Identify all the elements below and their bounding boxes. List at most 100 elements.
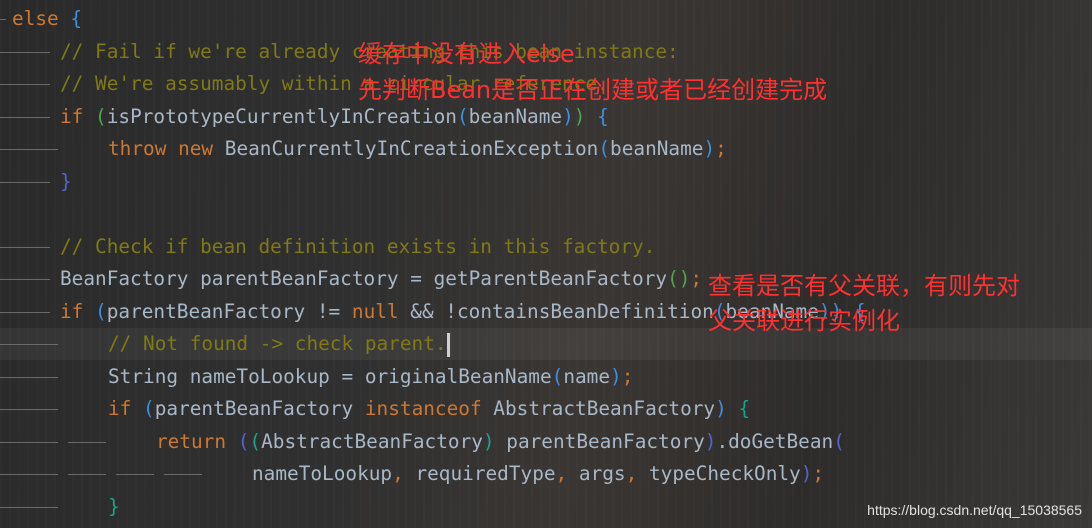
code-text: // Check if bean definition exists in th… (60, 231, 655, 263)
code-token: ( (833, 429, 845, 453)
code-token: throw (108, 137, 167, 160)
indent-guide (20, 506, 58, 508)
indent-guide (20, 149, 58, 150)
code-line[interactable]: } (0, 166, 1092, 198)
code-token: { (738, 397, 751, 420)
code-token: isPrototypeCurrentlyInCreation (106, 104, 457, 128)
code-line[interactable]: nameToLookup, requiredType, args, typeCh… (0, 458, 1092, 490)
code-text: String nameToLookup = originalBeanName(n… (108, 361, 633, 393)
code-text: } (108, 491, 120, 523)
indent-guide (0, 279, 50, 280)
code-token: nameToLookup (252, 462, 393, 485)
code-token: , (625, 462, 649, 485)
indent-guide (0, 246, 50, 248)
watermark: https://blog.csdn.net/qq_15038565 (867, 502, 1082, 518)
code-token: ) (562, 104, 574, 128)
indent-guide (20, 409, 58, 410)
code-token: ( (456, 104, 469, 128)
indent-guide (0, 84, 50, 85)
code-token: new (178, 137, 214, 160)
code-token: ; (621, 364, 634, 388)
annotation-cache-miss: 缓存中没有进入else (358, 40, 575, 68)
code-token: // Check if bean definition exists in th… (60, 234, 656, 258)
code-line[interactable]: // Check if bean definition exists in th… (0, 231, 1092, 263)
indent-guide (0, 51, 50, 53)
code-token: parentBeanFactory (154, 397, 365, 420)
annotation-parent-check: 查看是否有父关联，有则先对 (708, 272, 1020, 300)
code-token: else (12, 7, 59, 30)
code-text: else { (12, 3, 82, 35)
code-token: && !containsBeanDefinition (398, 299, 714, 323)
code-token: ( (143, 397, 155, 420)
code-text: throw new BeanCurrentlyInCreationExcepti… (108, 133, 727, 165)
fold-marker (0, 19, 6, 20)
code-text: nameToLookup, requiredType, args, typeCh… (252, 458, 824, 490)
indent-guide (116, 474, 154, 475)
indent-guide (0, 181, 50, 183)
code-token: beanName (610, 137, 704, 160)
code-token: ( (95, 299, 107, 323)
code-token: ) (800, 462, 813, 485)
code-text: if (parentBeanFactory instanceof Abstrac… (108, 393, 750, 425)
indent-guide (0, 116, 50, 118)
code-token: name (563, 364, 611, 388)
code-token: , (555, 462, 579, 485)
indent-guide (20, 376, 58, 378)
code-token: typeCheckOnly (648, 462, 801, 485)
code-line[interactable]: else { (0, 3, 1092, 35)
code-text: BeanFactory parentBeanFactory = getParen… (60, 263, 702, 295)
code-token: if (60, 104, 84, 128)
code-token: } (108, 494, 120, 518)
annotation-check-creation: 先判断Bean是否正在创建或者已经创建完成 (358, 76, 828, 104)
code-token: ; (690, 267, 703, 290)
code-token: return (156, 429, 227, 453)
indent-guide (68, 441, 106, 443)
code-line[interactable]: throw new BeanCurrentlyInCreationExcepti… (0, 133, 1092, 165)
code-token: , (392, 462, 416, 485)
code-token: requiredType (415, 462, 556, 485)
code-token: parentBeanFactory != (106, 299, 352, 323)
code-token: AbstractBeanFactory (261, 429, 483, 453)
code-token: args (578, 462, 626, 485)
code-token: String nameToLookup = originalBeanName (108, 364, 552, 388)
indent-guide (20, 441, 58, 443)
code-line[interactable]: // Not found -> check parent. (0, 328, 1092, 360)
code-line[interactable]: if (parentBeanFactory instanceof Abstrac… (0, 393, 1092, 425)
code-token: BeanCurrentlyInCreationException (224, 137, 599, 160)
code-token: { (597, 104, 609, 128)
code-token: // Not found -> check parent. (108, 332, 447, 355)
code-line[interactable] (0, 198, 1092, 230)
code-token: ) (704, 429, 717, 453)
text-cursor (446, 332, 450, 357)
code-line[interactable]: String nameToLookup = originalBeanName(n… (0, 361, 1092, 393)
code-token: } (60, 169, 72, 193)
code-token: BeanFactory parentBeanFactory = getParen… (60, 267, 668, 290)
code-line[interactable]: return ((AbstractBeanFactory) parentBean… (0, 426, 1092, 458)
code-token: ( (249, 429, 262, 453)
code-token: ) (610, 364, 622, 388)
indent-guide (20, 474, 58, 475)
code-token: ; (715, 137, 727, 160)
code-token: instanceof (364, 397, 482, 420)
code-token: null (351, 299, 399, 323)
code-text: } (60, 166, 72, 198)
code-token: AbstractBeanFactory (481, 397, 716, 420)
code-token: ) (482, 429, 495, 453)
code-token: ) (715, 397, 727, 420)
code-token: beanName (468, 104, 563, 128)
code-token: if (108, 397, 132, 420)
indent-guide (68, 474, 106, 475)
indent-guide (0, 311, 50, 313)
code-token: ) (573, 104, 586, 128)
code-token: ( (237, 429, 250, 453)
code-token: .doGetBean (716, 429, 834, 453)
annotation-parent-instantiate: 父关联进行实例化 (708, 307, 900, 335)
code-token: ; (812, 462, 825, 485)
